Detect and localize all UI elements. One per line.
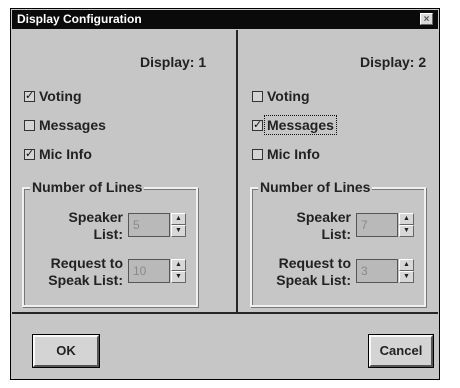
- display-1-voting-checkbox[interactable]: ✓ Voting: [24, 87, 84, 105]
- spin-up-icon[interactable]: ▲: [399, 259, 414, 271]
- request-label-line-2: Speak List:: [48, 272, 123, 288]
- display-2-speaker-list-label: Speaker List:: [278, 209, 351, 243]
- display-2-mic-info-label: Mic Info: [267, 146, 320, 162]
- speaker-label-line-2: List:: [321, 226, 351, 242]
- checkbox-unchecked-icon[interactable]: [252, 90, 263, 102]
- spin-down-icon[interactable]: ▼: [399, 225, 414, 237]
- display-1-messages-label: Messages: [39, 117, 106, 133]
- request-label-line-2: Speak List:: [276, 272, 351, 288]
- speaker-label-line-1: Speaker: [296, 209, 351, 225]
- display-2-number-of-lines-group: Number of Lines Speaker List: 7 ▲ ▼ Requ…: [250, 179, 426, 307]
- window-title: Display Configuration: [17, 12, 142, 26]
- checkbox-checked-icon[interactable]: ✓: [252, 119, 263, 131]
- display-1-speaker-list-spinner[interactable]: 5 ▲ ▼: [128, 213, 186, 237]
- display-1-panel: Display: 1 ✓ Voting Messages ✓ Mic Info …: [12, 30, 238, 312]
- display-2-request-to-speak-label: Request to Speak List:: [254, 255, 351, 289]
- display-2-title: Display: 2: [360, 54, 427, 70]
- speaker-label-line-2: List:: [93, 226, 123, 242]
- request-label-line-1: Request to: [278, 255, 351, 271]
- display-1-group-title: Number of Lines: [30, 179, 145, 195]
- cancel-button[interactable]: Cancel: [368, 334, 434, 368]
- display-2-voting-label: Voting: [267, 88, 310, 104]
- speaker-label-line-1: Speaker: [68, 209, 123, 225]
- display-1-mic-info-checkbox[interactable]: ✓ Mic Info: [24, 145, 94, 163]
- display-1-title: Display: 1: [140, 54, 207, 70]
- checkbox-unchecked-icon[interactable]: [24, 119, 35, 131]
- display-1-number-of-lines-group: Number of Lines Speaker List: 5 ▲ ▼ Requ…: [22, 179, 198, 307]
- display-2-voting-checkbox[interactable]: Voting: [252, 87, 312, 105]
- spin-up-icon[interactable]: ▲: [171, 213, 186, 225]
- display-2-speaker-list-spinner[interactable]: 7 ▲ ▼: [356, 213, 414, 237]
- spin-up-icon[interactable]: ▲: [171, 259, 186, 271]
- spin-down-icon[interactable]: ▼: [171, 271, 186, 283]
- display-1-request-to-speak-label: Request to Speak List:: [26, 255, 123, 289]
- checkbox-checked-icon[interactable]: ✓: [24, 148, 35, 160]
- display-2-messages-checkbox[interactable]: ✓ Messages: [252, 115, 337, 135]
- display-1-speaker-list-value[interactable]: 5: [128, 213, 170, 237]
- display-2-request-to-speak-spinner[interactable]: 3 ▲ ▼: [356, 259, 414, 283]
- display-1-messages-checkbox[interactable]: Messages: [24, 116, 108, 134]
- display-2-panel: Display: 2 Voting ✓ Messages Mic Info Nu…: [240, 30, 439, 312]
- display-1-request-to-speak-spinner[interactable]: 10 ▲ ▼: [128, 259, 186, 283]
- checkbox-checked-icon[interactable]: ✓: [24, 90, 35, 102]
- button-row-divider: [12, 312, 438, 314]
- ok-button[interactable]: OK: [32, 334, 100, 368]
- display-2-mic-info-checkbox[interactable]: Mic Info: [252, 145, 322, 163]
- checkbox-unchecked-icon[interactable]: [252, 148, 263, 160]
- display-1-speaker-list-label: Speaker List:: [50, 209, 123, 243]
- display-2-speaker-list-value[interactable]: 7: [356, 213, 398, 237]
- spin-up-icon[interactable]: ▲: [399, 213, 414, 225]
- display-1-voting-label: Voting: [39, 88, 82, 104]
- spin-down-icon[interactable]: ▼: [171, 225, 186, 237]
- close-icon[interactable]: ×: [420, 13, 433, 25]
- display-1-request-to-speak-value[interactable]: 10: [128, 259, 170, 283]
- display-2-messages-label: Messages: [264, 115, 337, 135]
- display-1-mic-info-label: Mic Info: [39, 146, 92, 162]
- display-configuration-dialog: Display Configuration × Display: 1 ✓ Vot…: [10, 8, 440, 380]
- display-2-request-to-speak-value[interactable]: 3: [356, 259, 398, 283]
- spin-down-icon[interactable]: ▼: [399, 271, 414, 283]
- request-label-line-1: Request to: [50, 255, 123, 271]
- title-bar: Display Configuration ×: [12, 10, 438, 29]
- display-2-group-title: Number of Lines: [258, 179, 373, 195]
